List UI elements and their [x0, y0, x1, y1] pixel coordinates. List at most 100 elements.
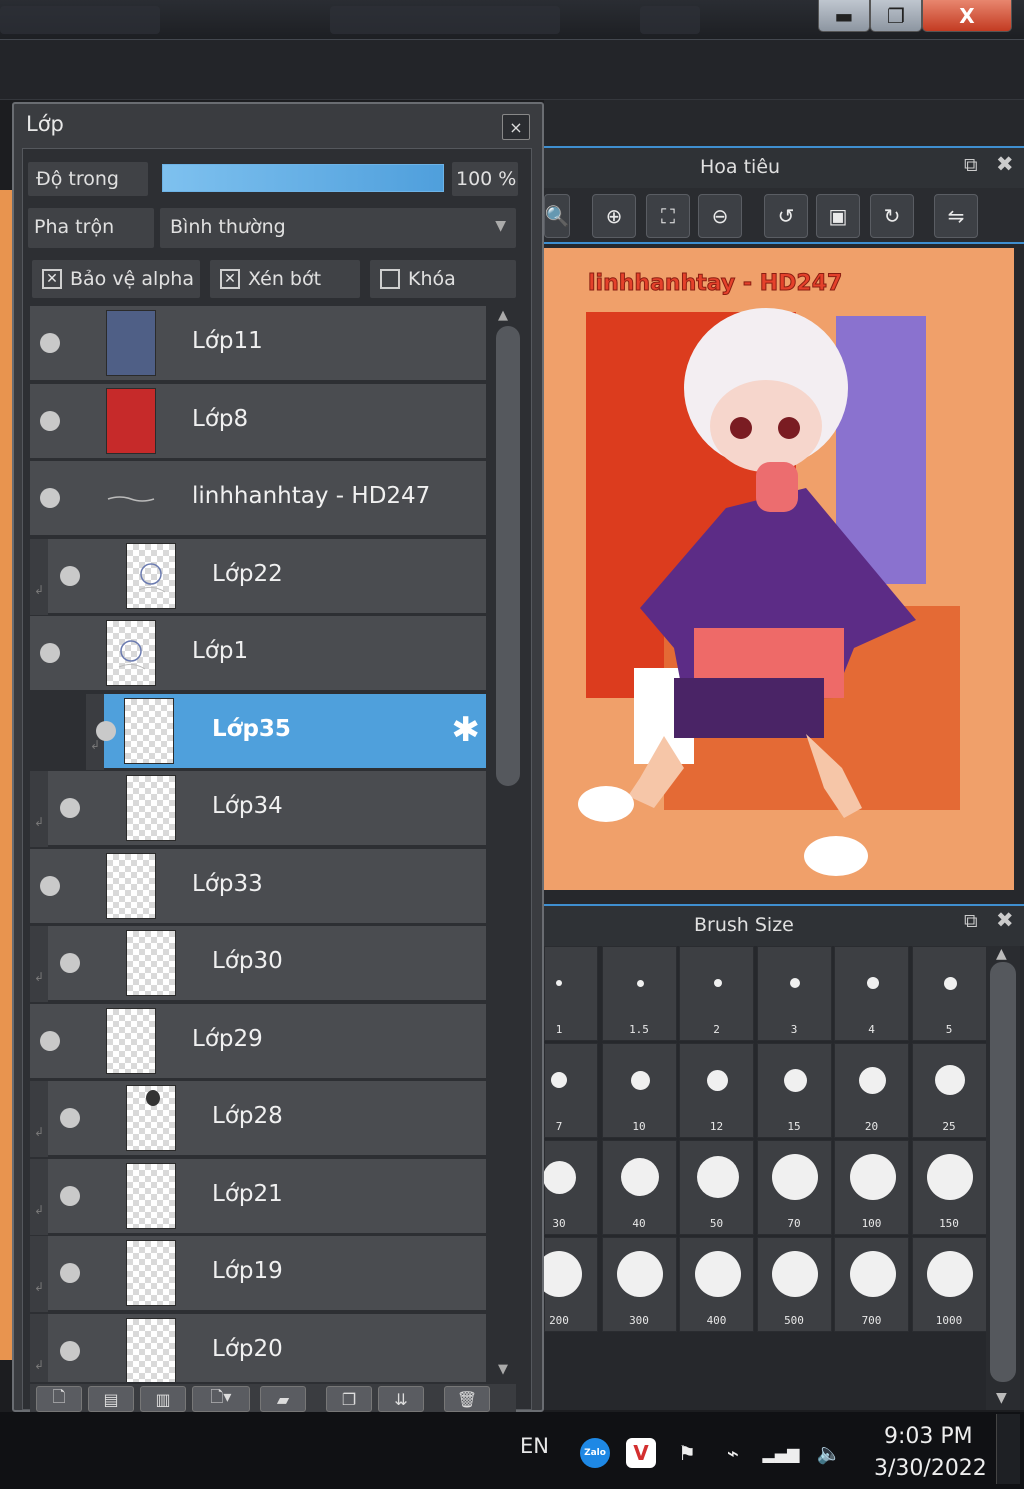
- visibility-toggle-icon[interactable]: [40, 875, 60, 896]
- layer-row[interactable]: ↲ Lớp20: [30, 1313, 486, 1382]
- close-icon[interactable]: ✖: [996, 152, 1014, 176]
- brush-size-cell[interactable]: 400: [679, 1237, 754, 1332]
- volume-icon[interactable]: 🔈: [814, 1438, 844, 1468]
- scroll-up-icon[interactable]: ▲: [996, 946, 1007, 962]
- scroll-down-icon[interactable]: ▼: [498, 1362, 508, 1377]
- brush-size-cell[interactable]: 7: [544, 1043, 598, 1138]
- visibility-toggle-icon[interactable]: [60, 1263, 80, 1283]
- new-layer-menu-button[interactable]: 🗋▾: [192, 1386, 250, 1412]
- blurred-tab[interactable]: [0, 6, 160, 34]
- brush-size-cell[interactable]: 12: [679, 1043, 754, 1138]
- zalo-tray-icon[interactable]: Zalo: [580, 1438, 610, 1468]
- scroll-down-icon[interactable]: ▼: [996, 1390, 1007, 1406]
- scroll-up-icon[interactable]: ▲: [498, 308, 508, 323]
- fit-icon[interactable]: ⛶: [646, 194, 690, 238]
- layer-row[interactable]: ↲ Lớp34: [30, 771, 486, 847]
- popout-icon[interactable]: ⧉: [964, 154, 978, 176]
- new-layer-1bit-button[interactable]: ▥: [140, 1386, 186, 1412]
- brush-size-cell[interactable]: 700: [834, 1237, 909, 1332]
- new-folder-button[interactable]: ▰: [260, 1386, 306, 1412]
- brush-size-cell[interactable]: 3: [756, 946, 832, 1041]
- brush-size-cell[interactable]: 15: [756, 1043, 832, 1138]
- layer-row[interactable]: ↲ Lớp21: [30, 1158, 486, 1235]
- visibility-toggle-icon[interactable]: [60, 1340, 80, 1361]
- layer-row[interactable]: Lớp1: [30, 616, 486, 692]
- layer-row[interactable]: ↲ Lớp30: [30, 926, 486, 1002]
- maximize-button[interactable]: ❐: [870, 0, 922, 32]
- brush-size-cell[interactable]: 70: [756, 1140, 832, 1235]
- brush-size-cell[interactable]: 1: [544, 946, 598, 1041]
- brush-size-cell[interactable]: 300: [601, 1237, 677, 1332]
- show-desktop-button[interactable]: [996, 1414, 1020, 1484]
- zoom-out-icon[interactable]: ⊖: [698, 194, 742, 238]
- visibility-toggle-icon[interactable]: [40, 410, 60, 431]
- brush-size-cell[interactable]: 10: [601, 1043, 677, 1138]
- clock-time[interactable]: 9:03 PM: [884, 1424, 973, 1449]
- layer-row[interactable]: ↲ Lớp35 ✱: [86, 693, 486, 770]
- brush-size-cell[interactable]: 500: [756, 1237, 832, 1332]
- blend-mode-select[interactable]: Bình thường ▼: [160, 208, 516, 248]
- merge-layer-button[interactable]: ⇊: [378, 1386, 424, 1412]
- layer-row[interactable]: linhhanhtay - HD247: [30, 461, 486, 537]
- navigator-preview[interactable]: linhhanhtay - HD247: [544, 248, 1014, 890]
- brush-size-cell[interactable]: 150: [911, 1140, 987, 1235]
- clip-checkbox[interactable]: ✕ Xén bớt: [210, 260, 360, 298]
- visibility-toggle-icon[interactable]: [60, 953, 80, 973]
- visibility-toggle-icon[interactable]: [40, 333, 60, 353]
- brush-size-cell[interactable]: 2: [679, 946, 754, 1041]
- visibility-toggle-icon[interactable]: [60, 1108, 80, 1128]
- blurred-tab[interactable]: [640, 6, 700, 34]
- brush-size-cell[interactable]: 4: [834, 946, 909, 1041]
- rotate-right-icon[interactable]: ↻: [870, 194, 914, 238]
- brush-size-cell[interactable]: 20: [834, 1043, 909, 1138]
- brush-size-cell[interactable]: 200: [536, 1237, 598, 1332]
- zoom-in-icon[interactable]: ⊕: [592, 194, 636, 238]
- v-tray-icon[interactable]: V: [626, 1438, 656, 1468]
- lock-checkbox[interactable]: Khóa: [370, 260, 516, 298]
- layer-panel-close-button[interactable]: ×: [502, 114, 530, 140]
- duplicate-layer-button[interactable]: ❐: [326, 1386, 372, 1412]
- visibility-toggle-icon[interactable]: [60, 565, 80, 586]
- brush-size-cell[interactable]: 1.5: [601, 946, 677, 1041]
- actual-size-icon[interactable]: ▣: [816, 194, 860, 238]
- action-center-flag-icon[interactable]: ⚑: [672, 1438, 702, 1468]
- brush-size-cell[interactable]: 50: [679, 1140, 754, 1235]
- visibility-toggle-icon[interactable]: [96, 720, 116, 741]
- layer-row[interactable]: ↲ Lớp28: [30, 1081, 486, 1157]
- visibility-toggle-icon[interactable]: [60, 798, 80, 818]
- device-error-icon[interactable]: ⌁: [718, 1438, 748, 1468]
- layer-row[interactable]: Lớp29: [30, 1003, 486, 1080]
- network-signal-icon[interactable]: ▂▄▆: [763, 1438, 800, 1468]
- brush-size-cell[interactable]: 25: [911, 1043, 987, 1138]
- layer-row[interactable]: ↲ Lớp19: [30, 1236, 486, 1312]
- visibility-toggle-icon[interactable]: [40, 488, 60, 508]
- layer-row[interactable]: ↲ Lớp22: [30, 538, 486, 615]
- visibility-toggle-icon[interactable]: [60, 1185, 80, 1206]
- rotate-left-icon[interactable]: ↺: [764, 194, 808, 238]
- close-icon[interactable]: ✖: [996, 908, 1014, 932]
- popout-icon[interactable]: ⧉: [964, 910, 978, 932]
- blurred-tab[interactable]: [330, 6, 560, 34]
- protect-alpha-checkbox[interactable]: ✕ Bảo vệ alpha: [32, 260, 200, 298]
- close-window-button[interactable]: X: [922, 0, 1012, 32]
- language-indicator[interactable]: EN: [520, 1434, 549, 1458]
- visibility-toggle-icon[interactable]: [40, 643, 60, 663]
- brush-size-cell[interactable]: 1000: [911, 1237, 987, 1332]
- gear-icon[interactable]: ✱: [452, 710, 481, 750]
- layer-row[interactable]: Lớp8: [30, 383, 486, 460]
- opacity-slider[interactable]: [162, 164, 444, 192]
- clock-date[interactable]: 3/30/2022: [874, 1456, 987, 1481]
- brush-size-cell[interactable]: 30: [542, 1140, 598, 1235]
- opacity-value-box[interactable]: 100 %: [452, 162, 518, 196]
- visibility-toggle-icon[interactable]: [40, 1030, 60, 1051]
- brush-size-cell[interactable]: 100: [834, 1140, 909, 1235]
- zoom-icon[interactable]: 🔍: [544, 194, 570, 238]
- layer-row[interactable]: Lớp33: [30, 848, 486, 925]
- new-layer-8bit-button[interactable]: ▤: [88, 1386, 134, 1412]
- minimize-button[interactable]: ▬: [818, 0, 870, 32]
- new-layer-button[interactable]: 🗋: [36, 1386, 82, 1412]
- layer-list-scroll-thumb[interactable]: [496, 326, 520, 786]
- brush-size-cell[interactable]: 40: [601, 1140, 677, 1235]
- brush-scroll-thumb[interactable]: [990, 962, 1016, 1382]
- delete-layer-button[interactable]: 🗑: [444, 1386, 490, 1412]
